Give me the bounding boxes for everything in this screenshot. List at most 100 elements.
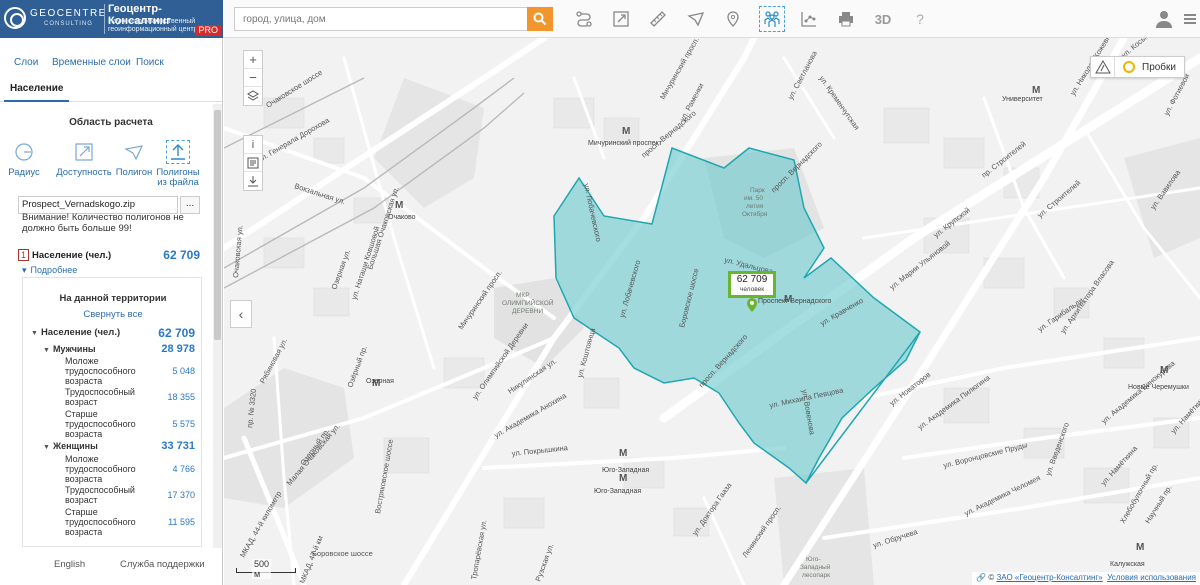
label-ozernaya: Озерная ул. [329, 248, 352, 291]
population-summary: 1 Население (чел.) 62 709 [18, 248, 200, 264]
chevron-left-icon: ‹ [238, 306, 244, 322]
search-box [234, 7, 553, 31]
mode-radius[interactable]: Радиус [6, 140, 42, 178]
subtab-population[interactable]: Население [4, 78, 70, 102]
route-tool-button[interactable] [573, 8, 595, 30]
population-callout[interactable]: 62 709 человек [728, 271, 776, 298]
tab-layers[interactable]: Слои [14, 57, 38, 68]
print-button[interactable] [835, 8, 857, 30]
polygon-mode-icon [124, 145, 144, 161]
label-nauchny: Научный пр. [1143, 484, 1174, 525]
population-value: 62 709 [163, 248, 200, 262]
label-metro-universitet: Университет [1002, 96, 1044, 103]
mode-accessibility[interactable]: Доступность [55, 140, 113, 178]
label-park-4: Октября [742, 210, 768, 218]
mode-file-label2: из файла [157, 177, 199, 188]
marker-icon [727, 11, 739, 27]
brand-subtitle-line2: геоинформационный центр [108, 26, 198, 33]
brand-subtitle: Научно-производственный геоинформационны… [108, 18, 197, 34]
label-metro-ochakovo: Очаково [388, 214, 416, 221]
traffic-ring-icon [1123, 61, 1135, 73]
label-novatorov: ул. Новаторов [888, 370, 933, 408]
terms-link[interactable]: Условия использования [1107, 573, 1196, 582]
map-view[interactable]: MMM MMM MMM Мичуринский проспект Проспек… [224, 38, 1200, 585]
male-value: 28 978 [161, 343, 195, 355]
pro-badge: PRO [195, 25, 221, 36]
sidebar-footer: English Служба поддержки [0, 550, 222, 585]
graph-tool-button[interactable] [798, 8, 820, 30]
callout-unit: человек [739, 286, 765, 293]
svg-text:M: M [1136, 542, 1144, 553]
marker-tool-button[interactable] [722, 8, 744, 30]
population-tool-button[interactable] [759, 6, 785, 32]
female-over-value: 11 595 [168, 517, 195, 527]
brand-header[interactable]: GEOCENTRE CONSULTING Геоцентр-Консалтинг… [0, 0, 223, 38]
accessibility-icon [75, 143, 93, 161]
male-under-value: 5 048 [172, 366, 195, 376]
male-label: ▼ Мужчины [43, 344, 96, 354]
ruler-tool-button[interactable] [647, 8, 669, 30]
map-tools: i [243, 135, 263, 191]
layers-button[interactable] [244, 87, 262, 105]
label-park-3: летия [746, 203, 764, 210]
label-forest-2: Западный [800, 563, 831, 571]
legend-icon [247, 157, 259, 168]
isochrone-tool-button[interactable] [610, 8, 632, 30]
sidebar: Слои Временные слои Поиск Население Обла… [0, 38, 223, 585]
zoom-in-button[interactable]: + [244, 51, 262, 69]
map-canvas[interactable]: MMM MMM MMM Мичуринский проспект Проспек… [224, 38, 1200, 585]
collapse-sidebar-button[interactable]: ‹ [230, 300, 252, 328]
brand-divider [104, 4, 105, 34]
radius-icon [15, 143, 33, 161]
menu-button[interactable] [1179, 8, 1200, 30]
user-button[interactable] [1153, 8, 1175, 30]
mode-polygons-from-file[interactable]: Полигоны из файла [156, 140, 200, 188]
3d-toggle-button[interactable]: 3D [872, 8, 894, 30]
mode-accessibility-label: Доступность [56, 167, 112, 178]
help-button[interactable]: ? [909, 8, 931, 30]
top-bar: GEOCENTRE CONSULTING Геоцентр-Консалтинг… [0, 0, 1200, 38]
expand-triangle-icon: ▼ [31, 330, 38, 337]
male-working-value: 18 355 [167, 392, 195, 402]
label-ravinskaya: Очаковская ул. [231, 225, 245, 279]
zoom-out-button[interactable]: − [244, 69, 262, 87]
language-link[interactable]: English [54, 559, 85, 570]
info-button[interactable]: i [244, 136, 262, 154]
search-button[interactable] [527, 7, 553, 31]
location-pin-icon[interactable] [747, 298, 757, 312]
legend-button[interactable] [244, 154, 262, 172]
more-details-link[interactable]: Подробнее [22, 265, 78, 276]
callout-value: 62 709 [736, 274, 768, 285]
female-working-label: Трудоспособный возраст [65, 485, 135, 505]
label-svetlanova: ул. Светланова [786, 49, 819, 101]
polygon-icon [687, 12, 705, 27]
label-metro-vernadskogo: Проспект Вернадского [758, 298, 832, 305]
label-metro-ozernaya: Озерная [366, 378, 394, 385]
polygon-tool-button[interactable] [685, 8, 707, 30]
label-olympic-1: МКР [516, 292, 530, 299]
traffic-label: Пробки [1142, 61, 1176, 73]
selected-polygon[interactable] [553, 146, 921, 485]
polygon-mode-icon-wrap [122, 140, 146, 164]
label-metro-yugo-zapadnaya: Юго-Западная [602, 467, 649, 474]
road-works-button[interactable] [1091, 57, 1115, 77]
support-link[interactable]: Служба поддержки [120, 559, 205, 570]
export-button[interactable] [244, 172, 262, 190]
label-metro-yugo-zapadnaya-2: Юго-Западная [594, 488, 641, 495]
attribution-link[interactable]: ЗАО «Геоцентр-Консалтинг» [996, 573, 1102, 582]
population-icon [764, 11, 780, 27]
mode-polygon[interactable]: Полигон [114, 140, 154, 178]
brand-wordmark: GEOCENTRE [30, 8, 107, 19]
female-value: 33 731 [161, 440, 195, 452]
label-pokryshkina: ул. Покрышкина [511, 443, 569, 458]
link-icon: 🔗 [976, 573, 989, 582]
tab-temporary-layers[interactable]: Временные слои [52, 57, 131, 68]
traffic-toggle[interactable]: Пробки [1115, 57, 1184, 77]
total-label: ▼ Население (чел.) [31, 327, 121, 338]
collapse-all-link[interactable]: Свернуть все [23, 309, 201, 320]
layers-icon [247, 90, 259, 101]
upload-icon-wrap [166, 140, 190, 164]
tab-search[interactable]: Поиск [136, 57, 164, 68]
search-input[interactable] [235, 8, 527, 30]
user-icon [1156, 11, 1172, 28]
